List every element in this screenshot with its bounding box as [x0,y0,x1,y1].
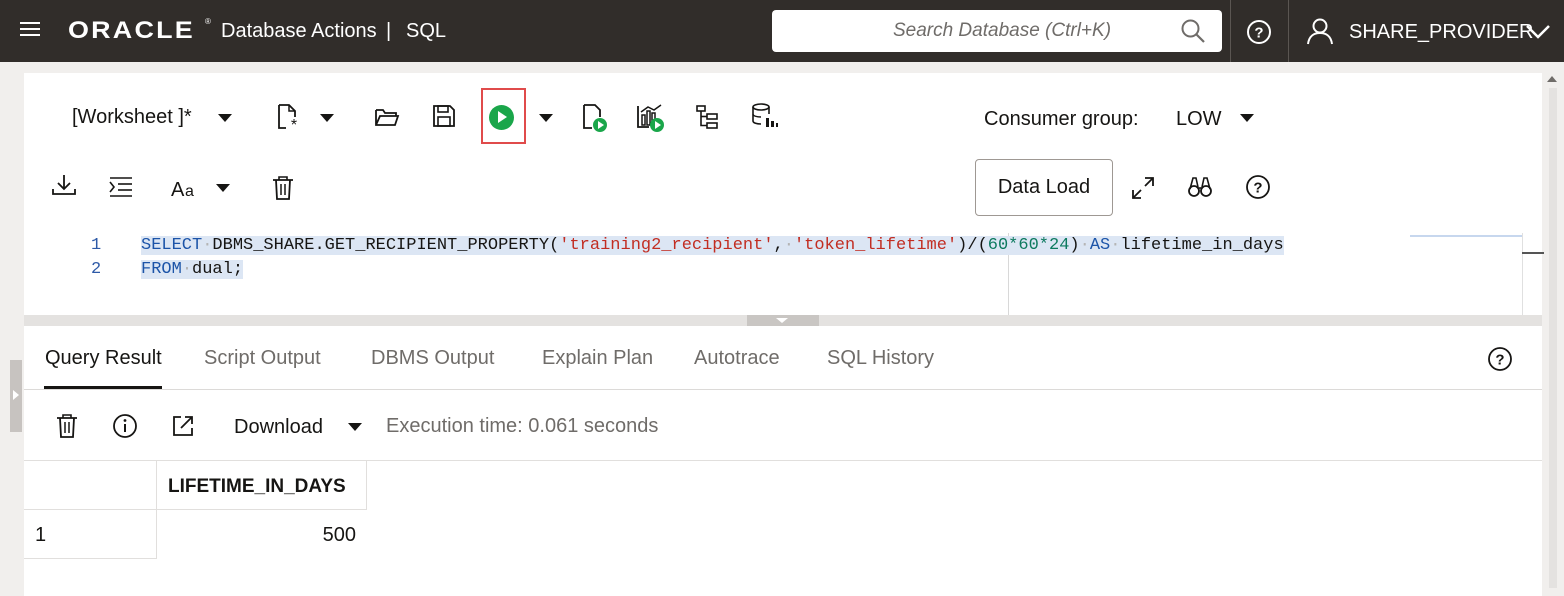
format-indent-icon[interactable] [108,176,134,198]
column-header[interactable]: LIFETIME_IN_DAYS [157,461,367,510]
database-tools-icon[interactable] [751,102,779,130]
run-script-icon[interactable] [581,103,609,133]
table-cell[interactable]: 500 [157,510,367,559]
sql-punct: , [773,236,784,255]
header-divider [1288,0,1289,62]
svg-text:A: A [171,179,185,200]
code-line[interactable]: SELECT·DBMS_SHARE.GET_RECIPIENT_PROPERTY… [141,236,1284,255]
tab-dbms-output[interactable]: DBMS Output [371,347,494,370]
find-binoculars-icon[interactable] [1187,175,1213,199]
consumer-group-chevron-icon[interactable] [1240,114,1254,122]
section-title: SQL [406,20,447,42]
sql-string: 'token_lifetime' [793,236,958,255]
help-icon[interactable]: ? [1245,174,1271,200]
scroll-up-arrow-icon[interactable] [1547,76,1557,82]
top-header: ORACLE ® Database Actions | SQL ? SHARE_… [0,0,1564,62]
app-title: Database Actions [221,20,377,42]
hamburger-menu-icon[interactable] [20,22,40,40]
sql-number: 60*60*24 [987,236,1070,255]
open-folder-icon[interactable] [374,106,400,128]
line-number: 1 [91,236,102,255]
sql-punct: ) [1069,236,1080,255]
sql-keyword: SELECT [141,236,203,255]
svg-text:?: ? [1253,180,1262,197]
selection-highlight [1410,235,1522,237]
search-box[interactable] [772,10,1222,52]
autotrace-icon[interactable] [636,103,666,133]
collapse-arrow-icon [776,318,788,323]
chevron-down-icon[interactable] [1524,22,1552,40]
open-in-new-icon[interactable] [171,414,195,438]
tab-query-result[interactable]: Query Result [45,347,162,370]
tab-autotrace[interactable]: Autotrace [694,347,780,370]
expand-arrow-icon [13,390,19,400]
expand-icon[interactable] [1131,176,1155,200]
new-worksheet-icon[interactable]: * [276,103,302,131]
svg-text:a: a [185,183,194,200]
play-icon [498,111,507,123]
run-options-chevron-icon[interactable] [539,114,553,122]
grid-corner [24,461,157,510]
svg-text:*: * [291,117,297,131]
title-separator: | [386,20,392,42]
line-number: 2 [91,260,102,279]
info-icon[interactable] [112,413,138,439]
sql-string: 'training2_recipient' [559,236,774,255]
minimap-marker [1522,252,1544,254]
code-line[interactable]: FROM·dual; [141,260,244,279]
scrollbar-thumb[interactable] [1549,88,1557,588]
trash-icon[interactable] [272,175,294,201]
tab-sql-history[interactable]: SQL History [827,347,934,370]
clear-results-trash-icon[interactable] [56,413,78,439]
search-input[interactable] [772,10,1172,52]
download-chevron-icon[interactable] [348,423,362,431]
new-worksheet-chevron-icon[interactable] [320,114,334,122]
text-case-icon[interactable]: Aa [171,176,201,200]
editor-edge [1522,233,1523,315]
user-icon[interactable] [1306,17,1334,45]
user-name[interactable]: SHARE_PROVIDER [1349,21,1534,44]
consumer-group-label: Consumer group: [984,108,1139,130]
sql-keyword: FROM [141,260,182,279]
sql-keyword: AS [1089,236,1111,255]
worksheet-selector[interactable]: [Worksheet ]* [72,106,192,129]
svg-text:?: ? [1495,352,1504,369]
execution-time: Execution time: 0.061 seconds [386,415,659,437]
sql-table: dual; [192,260,244,279]
tab-explain-plan[interactable]: Explain Plan [542,347,653,370]
consumer-group-select[interactable]: LOW [1176,108,1222,131]
header-divider [1230,0,1231,62]
search-icon[interactable] [1180,18,1206,44]
data-load-button[interactable]: Data Load [975,159,1113,216]
help-icon[interactable]: ? [1487,346,1513,372]
save-icon[interactable] [432,104,456,128]
registered-mark: ® [205,17,211,26]
sql-punct: )/( [957,236,988,255]
download-menu[interactable]: Download [234,416,323,439]
oracle-logo[interactable]: ORACLE [68,17,195,45]
sql-alias: lifetime_in_days [1120,236,1284,255]
sql-function: DBMS_SHARE.GET_RECIPIENT_PROPERTY( [212,236,560,255]
help-icon[interactable]: ? [1246,19,1272,45]
explain-plan-icon[interactable] [695,104,719,130]
tab-script-output[interactable]: Script Output [204,347,321,370]
download-icon[interactable] [51,173,77,197]
svg-text:?: ? [1254,25,1263,42]
tabs-divider [24,389,1542,390]
text-case-chevron-icon[interactable] [216,184,230,192]
worksheet-dropdown-chevron-icon[interactable] [218,114,232,122]
row-number: 1 [24,510,157,559]
